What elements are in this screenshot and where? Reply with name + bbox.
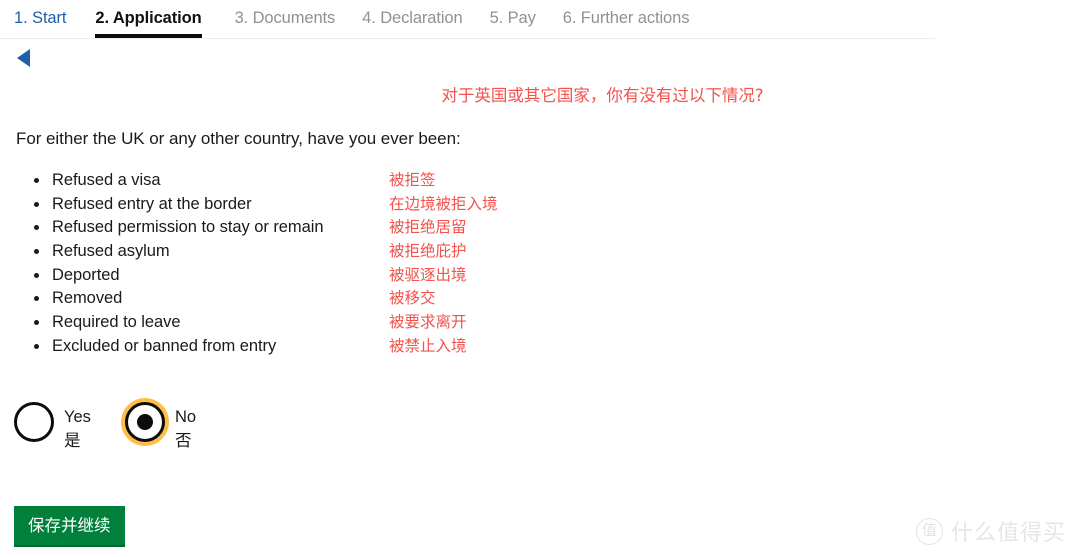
reason-label-en: Deported: [52, 265, 120, 284]
list-item: Refused entry at the border 在边境被拒入境: [0, 194, 700, 218]
list-item: Refused permission to stay or remain 被拒绝…: [0, 217, 700, 241]
radio-label-yes-en: Yes: [64, 408, 91, 426]
reason-label-en: Required to leave: [52, 313, 181, 332]
reasons-list: Refused a visa 被拒签 Refused entry at the …: [0, 170, 700, 360]
reason-label-zh: 被拒签: [389, 171, 436, 189]
reason-label-en: Refused a visa: [52, 171, 161, 189]
bullet-icon: [34, 343, 39, 349]
save-and-continue-button[interactable]: 保存并继续: [14, 506, 125, 547]
bullet-icon: [34, 249, 39, 255]
list-item: Refused a visa 被拒签: [0, 170, 700, 194]
step-navigation: 1. Start 2. Application 3. Documents 4. …: [0, 0, 1080, 40]
reason-label-en: Removed: [52, 289, 123, 308]
radio-circle-yes[interactable]: [14, 402, 54, 442]
reason-label-en: Refused entry at the border: [52, 194, 252, 213]
watermark-badge-icon: 值: [915, 517, 943, 545]
reason-label-zh: 被拒绝居留: [389, 218, 467, 237]
bullet-icon: [34, 272, 39, 278]
list-item: Removed 被移交: [0, 288, 700, 312]
answer-radio-group: Yes 是 No 否: [0, 398, 400, 470]
step-list: 1. Start 2. Application 3. Documents 4. …: [14, 8, 716, 39]
reason-label-en: Excluded or banned from entry: [52, 336, 277, 355]
radio-circle-no[interactable]: [125, 402, 165, 442]
reason-label-zh: 被驱逐出境: [389, 265, 467, 284]
list-item: Required to leave 被要求离开: [0, 312, 700, 336]
list-item: Excluded or banned from entry 被禁止入境: [0, 336, 700, 360]
reason-label-zh: 被拒绝庇护: [389, 242, 467, 261]
nav-divider: [0, 38, 935, 39]
back-arrow-triangle: [17, 49, 30, 67]
radio-label-no-zh: 否: [175, 431, 192, 450]
radio-label-no: No 否: [175, 405, 196, 453]
reason-label-zh: 被移交: [389, 289, 436, 308]
list-item: Deported 被驱逐出境: [0, 265, 700, 289]
bullet-icon: [34, 296, 39, 302]
reason-label-zh: 被禁止入境: [389, 336, 467, 355]
step-tab-application[interactable]: 2. Application: [95, 8, 214, 39]
bullet-icon: [34, 225, 39, 231]
radio-selected-dot: [137, 414, 153, 430]
list-item: Refused asylum 被拒绝庇护: [0, 241, 700, 265]
radio-label-no-en: No: [175, 408, 197, 426]
bullet-icon: [34, 201, 39, 207]
step-tab-start[interactable]: 1. Start: [14, 8, 79, 28]
step-tab-further-actions[interactable]: 6. Further actions: [563, 8, 703, 28]
bullet-icon: [34, 320, 39, 326]
reason-label-en: Refused asylum: [52, 242, 170, 261]
radio-label-yes-zh: 是: [64, 431, 81, 450]
watermark: 值 什么值得买: [915, 515, 1066, 547]
reason-label-zh: 被要求离开: [389, 313, 467, 332]
question-heading-chinese: 对于英国或其它国家，你有没有过以下情况?: [441, 86, 764, 105]
watermark-text: 什么值得买: [950, 521, 1066, 546]
reason-label-zh: 在边境被拒入境: [389, 194, 498, 213]
back-arrow-icon[interactable]: [17, 48, 35, 68]
reason-label-en: Refused permission to stay or remain: [52, 218, 324, 237]
step-tab-documents[interactable]: 3. Documents: [235, 8, 349, 28]
radio-label-yes: Yes 是: [64, 405, 91, 453]
question-text-english: For either the UK or any other country, …: [16, 129, 461, 148]
step-tab-declaration[interactable]: 4. Declaration: [362, 8, 475, 28]
step-tab-pay[interactable]: 5. Pay: [490, 8, 549, 28]
bullet-icon: [34, 178, 39, 183]
